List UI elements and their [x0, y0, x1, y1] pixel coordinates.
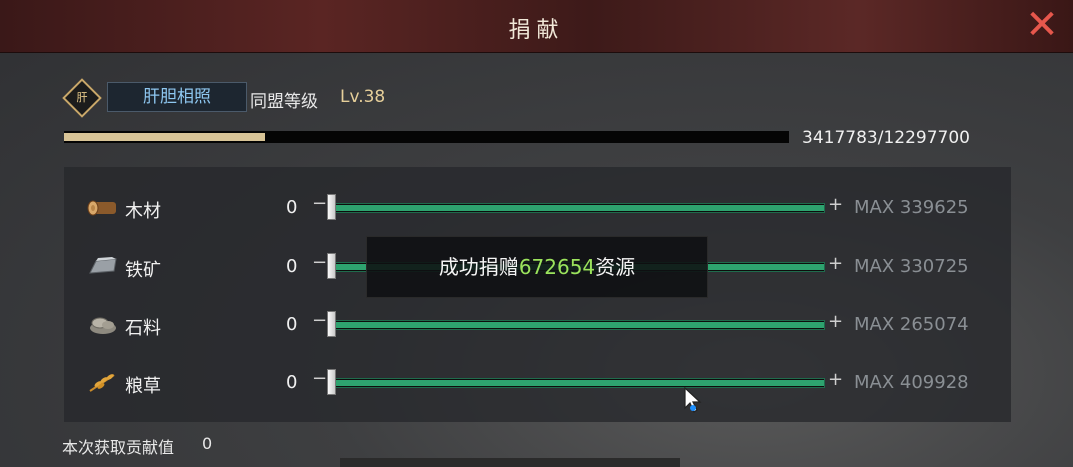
window-title: 捐献 [508, 18, 565, 43]
bottom-decoration [340, 458, 680, 467]
decrease-button[interactable]: − [312, 368, 327, 389]
alliance-emblem-icon: 肝 [62, 78, 102, 118]
resource-name: 粮草 [125, 376, 161, 397]
grain-icon [89, 374, 115, 392]
resource-name: 石料 [125, 318, 161, 339]
decrease-button[interactable]: − [312, 193, 327, 214]
toast-suffix: 资源 [595, 255, 636, 279]
slider-fill [331, 380, 824, 386]
slider-fill [331, 322, 824, 328]
resource-value: 0 [286, 256, 298, 277]
increase-button[interactable]: + [828, 194, 843, 215]
decrease-button[interactable]: − [312, 252, 327, 273]
increase-button[interactable]: + [828, 369, 843, 390]
close-icon[interactable]: ✕ [1023, 5, 1061, 45]
donation-slider[interactable] [330, 203, 825, 213]
title-bar: 捐献 ✕ [0, 0, 1073, 53]
donation-success-toast: 成功捐赠672654资源 [366, 236, 708, 298]
iron-ore-icon [89, 257, 117, 274]
increase-button[interactable]: + [828, 253, 843, 274]
stone-icon [90, 317, 116, 334]
max-button[interactable]: MAX 330725 [854, 256, 969, 277]
slider-thumb[interactable] [327, 311, 336, 337]
donation-slider[interactable] [330, 320, 825, 330]
resource-value: 0 [286, 372, 298, 393]
decrease-button[interactable]: − [312, 310, 327, 331]
alliance-progress-bar [64, 131, 789, 143]
resource-value: 0 [286, 314, 298, 335]
resource-row-wood: 木材 0 − + MAX 339625 [64, 188, 1011, 228]
slider-fill [331, 205, 824, 211]
increase-button[interactable]: + [828, 311, 843, 332]
alliance-emblem-char: 肝 [76, 91, 88, 104]
alliance-level-value: Lv.38 [340, 87, 386, 107]
alliance-progress-fill [64, 133, 266, 141]
toast-prefix: 成功捐赠 [438, 255, 519, 279]
mouse-cursor-icon [684, 386, 702, 413]
slider-thumb[interactable] [327, 369, 336, 395]
slider-thumb[interactable] [327, 253, 336, 279]
resource-name: 铁矿 [125, 260, 161, 281]
max-button[interactable]: MAX 339625 [854, 197, 969, 218]
max-button[interactable]: MAX 265074 [854, 314, 969, 335]
resource-name: 木材 [125, 201, 161, 222]
resource-value: 0 [286, 197, 298, 218]
contribution-value: 0 [202, 434, 213, 453]
donation-slider[interactable] [330, 378, 825, 388]
toast-amount: 672654 [518, 255, 596, 279]
slider-thumb[interactable] [327, 194, 336, 220]
resource-row-stone: 石料 0 − + MAX 265074 [64, 305, 1011, 345]
alliance-progress-text: 3417783/12297700 [802, 128, 970, 148]
alliance-level-label: 同盟等级 [250, 92, 318, 112]
contribution-label: 本次获取贡献值 [62, 438, 175, 457]
alliance-name[interactable]: 肝胆相照 [107, 82, 247, 112]
resource-row-grain: 粮草 0 − + MAX 409928 [64, 363, 1011, 403]
wood-icon [87, 200, 116, 216]
max-button[interactable]: MAX 409928 [854, 372, 969, 393]
